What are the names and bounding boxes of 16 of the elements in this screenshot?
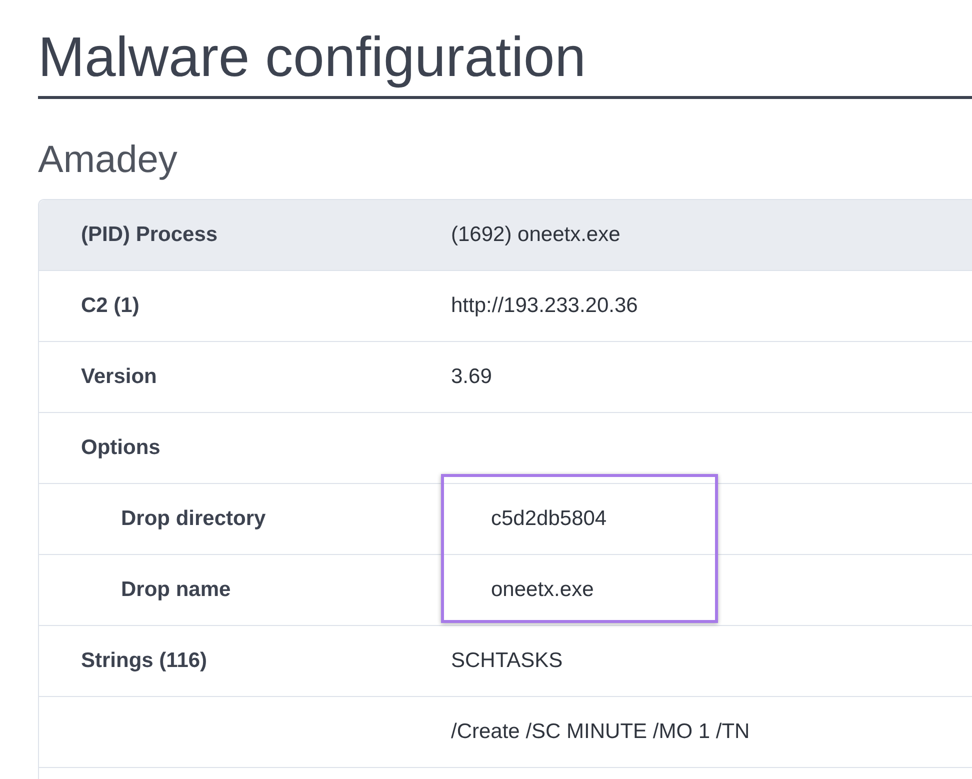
row-value: SCHTASKS (450, 649, 564, 673)
row-value: /Create /SC MINUTE /MO 1 /TN (450, 720, 751, 744)
row-value: c5d2db5804 (490, 507, 608, 531)
row-label: Options (80, 436, 162, 460)
section-title: Amadey (38, 138, 178, 183)
row-label: C2 (1) (80, 294, 140, 318)
page-title: Malware configuration (38, 24, 587, 90)
row-value: oneetx.exe (490, 578, 595, 602)
row-label: Strings (116) (80, 649, 208, 673)
row-label: Drop directory (120, 507, 267, 531)
row-label: (PID) Process (80, 223, 219, 247)
row-value: 3.69 (450, 365, 493, 389)
row-value: (1692) oneetx.exe (450, 223, 622, 247)
row-label: Version (80, 365, 158, 389)
row-value: http://193.233.20.36 (450, 294, 639, 318)
row-label: Drop name (120, 578, 232, 602)
